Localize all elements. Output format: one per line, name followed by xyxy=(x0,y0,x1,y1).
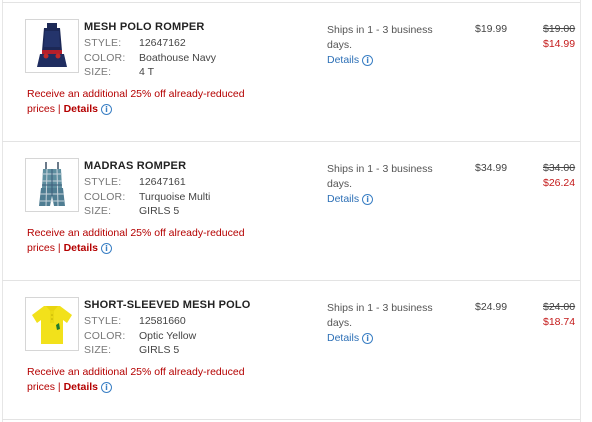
original-price: $19.00 xyxy=(543,23,576,35)
size-value: 4 T xyxy=(139,66,154,78)
product-attributes: STYLE: 12647162 COLOR: Boathouse Navy SIZE… xyxy=(84,36,216,80)
color-value: Boathouse Navy xyxy=(139,51,217,64)
yellow-polo-icon xyxy=(32,306,72,344)
product-thumbnail[interactable] xyxy=(25,158,79,212)
cart-item: MADRAS ROMPER STYLE: 12647161 COLOR: Turqu… xyxy=(0,142,580,280)
sale-price: $26.24 xyxy=(543,177,576,189)
shipping-info: Ships in 1 - 3 business days. Details i xyxy=(327,301,447,346)
size-label: SIZE: xyxy=(84,344,112,356)
color-value: Turquoise Multi xyxy=(139,190,211,203)
info-icon[interactable]: i xyxy=(101,381,113,393)
product-thumbnail[interactable] xyxy=(25,297,79,351)
sale-price: $18.74 xyxy=(543,316,576,328)
unit-price: $19.99 xyxy=(475,23,508,35)
size-label: SIZE: xyxy=(84,66,112,78)
product-thumbnail[interactable] xyxy=(25,19,79,73)
size-value: GIRLS 5 xyxy=(139,344,180,356)
size-label: SIZE: xyxy=(84,205,112,217)
color-label: COLOR: xyxy=(84,329,126,342)
product-name[interactable]: MESH POLO ROMPER xyxy=(84,21,205,33)
navy-romper-icon xyxy=(37,23,67,67)
promo-message: Receive an additional 25% off already-re… xyxy=(27,226,267,256)
shipping-info: Ships in 1 - 3 business days. Details i xyxy=(327,162,447,207)
style-value: 12647161 xyxy=(139,176,186,188)
style-label: STYLE: xyxy=(84,37,122,49)
promo-details-link[interactable]: Details xyxy=(64,103,98,115)
info-icon[interactable]: i xyxy=(362,54,374,66)
style-value: 12581660 xyxy=(139,315,186,327)
shipping-text: Ships in 1 - 3 business days. xyxy=(327,163,433,190)
promo-details-link[interactable]: Details xyxy=(64,242,98,254)
promo-message: Receive an additional 25% off already-re… xyxy=(27,365,267,395)
original-price: $24.00 xyxy=(543,301,576,313)
info-icon[interactable]: i xyxy=(101,103,113,115)
style-value: 12647162 xyxy=(139,37,186,49)
promo-text: Receive an additional 25% off already-re… xyxy=(27,88,245,115)
sale-price: $14.99 xyxy=(543,38,576,50)
shipping-info: Ships in 1 - 3 business days. Details i xyxy=(327,23,447,68)
promo-text: Receive an additional 25% off already-re… xyxy=(27,366,245,393)
cart-item: SHORT-SLEEVED MESH POLO STYLE: 12581660 C… xyxy=(0,281,580,419)
unit-price: $24.99 xyxy=(475,301,508,313)
product-name[interactable]: SHORT-SLEEVED MESH POLO xyxy=(84,299,251,311)
promo-text: Receive an additional 25% off already-re… xyxy=(27,227,245,254)
cart-item: MESH POLO ROMPER STYLE: 12647162 COLOR: Bo… xyxy=(0,3,580,141)
color-value: Optic Yellow xyxy=(139,329,197,342)
original-price: $34.00 xyxy=(543,162,576,174)
style-label: STYLE: xyxy=(84,176,122,188)
info-icon[interactable]: i xyxy=(101,242,113,254)
product-attributes: STYLE: 12581660 COLOR: Optic Yellow SIZE: G… xyxy=(84,314,196,358)
size-value: GIRLS 5 xyxy=(139,205,180,217)
info-icon[interactable]: i xyxy=(362,193,374,205)
shipping-details-link[interactable]: Details xyxy=(327,332,359,344)
shipping-details-link[interactable]: Details xyxy=(327,193,359,205)
product-attributes: STYLE: 12647161 COLOR: Turquoise Multi SIZ… xyxy=(84,175,210,219)
row-separator xyxy=(2,419,580,420)
shipping-details-link[interactable]: Details xyxy=(327,54,359,66)
info-icon[interactable]: i xyxy=(362,332,374,344)
unit-price: $34.99 xyxy=(475,162,508,174)
panel-right-border xyxy=(580,0,581,422)
color-label: COLOR: xyxy=(84,190,126,203)
promo-message: Receive an additional 25% off already-re… xyxy=(27,87,267,117)
promo-details-link[interactable]: Details xyxy=(64,381,98,393)
product-name[interactable]: MADRAS ROMPER xyxy=(84,160,186,172)
color-label: COLOR: xyxy=(84,51,126,64)
shipping-text: Ships in 1 - 3 business days. xyxy=(327,302,433,329)
plaid-romper-icon xyxy=(39,162,65,207)
style-label: STYLE: xyxy=(84,315,122,327)
shipping-text: Ships in 1 - 3 business days. xyxy=(327,24,433,51)
